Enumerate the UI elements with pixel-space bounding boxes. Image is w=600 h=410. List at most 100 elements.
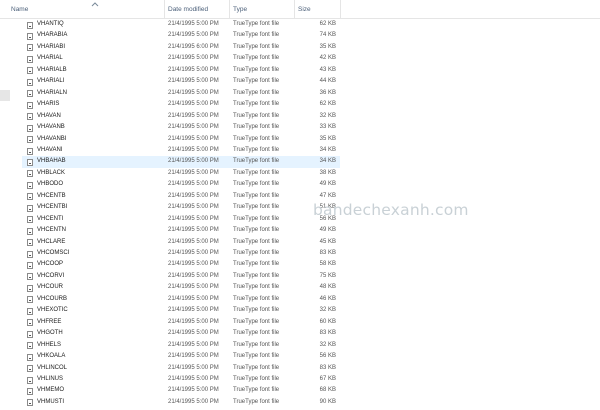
file-name: VHARIS (37, 101, 60, 108)
file-date-modified: 21/4/1995 5:00 PM (168, 32, 219, 39)
file-name: VHARIALN (37, 89, 68, 96)
file-date-modified: 21/4/1995 5:00 PM (168, 55, 219, 62)
file-name: VHCORVI (37, 272, 65, 279)
file-name: VHMUSTI (37, 398, 64, 405)
file-type: TrueType font file (233, 261, 280, 268)
file-row[interactable]: VHHELS 21/4/1995 5:00 PM TrueType font fil… (22, 340, 340, 351)
file-type: TrueType font file (233, 101, 280, 108)
file-type: TrueType font file (233, 21, 280, 27)
column-header-name[interactable]: Name (8, 0, 163, 18)
file-row[interactable]: VHCENTB 21/4/1995 5:00 PM TrueType font fi… (22, 191, 340, 202)
file-date-modified: 21/4/1995 5:00 PM (168, 272, 219, 279)
file-size: 83 KB (319, 364, 336, 371)
file-row[interactable]: VHARIALB 21/4/1995 5:00 PM TrueType font f… (22, 65, 340, 76)
file-date-modified: 21/4/1995 5:00 PM (168, 295, 219, 302)
file-size: 83 KB (319, 250, 336, 256)
file-name: VHCOMSCI (37, 250, 70, 256)
file-name: VHGOTH (37, 330, 63, 337)
font-file-icon (27, 387, 33, 395)
file-name: VHAVANI (37, 146, 63, 153)
file-row[interactable]: VHGOTH 21/4/1995 5:00 PM TrueType font fil… (22, 328, 340, 339)
file-row[interactable]: VHARIALI 21/4/1995 5:00 PM TrueType font f… (22, 76, 340, 87)
font-file-icon (27, 319, 33, 327)
file-date-modified: 21/4/1995 5:00 PM (168, 364, 219, 371)
chevron-up-icon[interactable] (91, 1, 99, 7)
file-row[interactable]: VHBLACK 21/4/1995 5:00 PM TrueType font fi… (22, 168, 340, 179)
file-date-modified: 21/4/1995 5:00 PM (168, 146, 219, 153)
file-type: TrueType font file (233, 238, 280, 245)
file-size: 62 KB (319, 21, 336, 27)
file-row[interactable]: VHLINCOL 21/4/1995 5:00 PM TrueType font f… (22, 363, 340, 374)
file-name: VHHELS (37, 341, 62, 348)
file-size: 34 KB (319, 146, 336, 153)
file-type: TrueType font file (233, 307, 280, 314)
file-row[interactable]: VHCENTN 21/4/1995 5:00 PM TrueType font fi… (22, 225, 340, 236)
watermark-text: bandechexanh.com (313, 201, 469, 219)
file-name: VHARABIA (37, 32, 68, 39)
column-separator[interactable] (340, 0, 341, 18)
column-header-type[interactable]: Type (230, 0, 294, 18)
font-file-icon (27, 90, 33, 98)
file-row[interactable]: VHCOMSCI 21/4/1995 5:00 PM TrueType font f… (22, 248, 340, 259)
column-header-bar: Name Date modified Type Size (0, 0, 600, 19)
file-size: 56 KB (319, 353, 336, 360)
file-row[interactable]: VHAVAN 21/4/1995 5:00 PM TrueType font fil… (22, 111, 340, 122)
file-row[interactable]: VHFREE 21/4/1995 5:00 PM TrueType font fil… (22, 317, 340, 328)
navigation-pane-edge[interactable] (0, 90, 10, 101)
file-date-modified: 21/4/1995 5:00 PM (168, 307, 219, 314)
file-row[interactable]: VHCLARE 21/4/1995 5:00 PM TrueType font fi… (22, 237, 340, 248)
file-row[interactable]: VHCENTI 21/4/1995 5:00 PM TrueType font fi… (22, 214, 340, 225)
file-type: TrueType font file (233, 215, 280, 222)
file-row[interactable]: VHCENTBI 21/4/1995 5:00 PM TrueType font f… (22, 202, 340, 213)
file-row[interactable]: VHBODO 21/4/1995 5:00 PM TrueType font fil… (22, 179, 340, 190)
font-file-icon (27, 55, 33, 63)
column-header-date-modified[interactable]: Date modified (165, 0, 229, 18)
file-row[interactable]: VHKOALA 21/4/1995 5:00 PM TrueType font fi… (22, 351, 340, 362)
file-date-modified: 21/4/1995 5:00 PM (168, 78, 219, 85)
file-row[interactable]: VHANTIQ 21/4/1995 5:00 PM TrueType font fi… (22, 19, 340, 30)
file-row[interactable]: VHBAHAB 21/4/1995 5:00 PM TrueType font fi… (22, 156, 340, 168)
file-row[interactable]: VHCORVI 21/4/1995 5:00 PM TrueType font fi… (22, 271, 340, 282)
file-row[interactable]: VHMUSTI 21/4/1995 5:00 PM TrueType font fi… (22, 397, 340, 408)
file-row[interactable]: VHMEMO 21/4/1995 5:00 PM TrueType font fil… (22, 385, 340, 396)
file-row[interactable]: VHLINUS 21/4/1995 5:00 PM TrueType font fi… (22, 374, 340, 385)
font-file-icon (27, 124, 33, 132)
file-row[interactable]: VHARIS 21/4/1995 5:00 PM TrueType font fil… (22, 99, 340, 110)
file-name: VHCOUR (37, 284, 64, 291)
file-date-modified: 21/4/1995 5:00 PM (168, 261, 219, 268)
file-size: 32 KB (319, 341, 336, 348)
font-file-icon (27, 250, 33, 258)
file-type: TrueType font file (233, 204, 280, 211)
file-row[interactable]: VHAVANI 21/4/1995 5:00 PM TrueType font fi… (22, 145, 340, 156)
font-file-icon (27, 376, 33, 384)
file-row[interactable]: VHAVANB 21/4/1995 5:00 PM TrueType font fi… (22, 122, 340, 133)
file-type: TrueType font file (233, 318, 280, 325)
file-date-modified: 21/4/1995 5:00 PM (168, 181, 219, 188)
file-date-modified: 21/4/1995 5:00 PM (168, 387, 219, 394)
file-size: 35 KB (319, 135, 336, 142)
file-date-modified: 21/4/1995 5:00 PM (168, 66, 219, 73)
file-date-modified: 21/4/1995 5:00 PM (168, 284, 219, 291)
file-name: VHAVANB (37, 124, 65, 131)
file-date-modified: 21/4/1995 5:00 PM (168, 227, 219, 234)
file-size: 33 KB (319, 124, 336, 131)
file-row[interactable]: VHAVANBI 21/4/1995 5:00 PM TrueType font f… (22, 134, 340, 145)
file-type: TrueType font file (233, 364, 280, 371)
file-row[interactable]: VHCOOP 21/4/1995 5:00 PM TrueType font fil… (22, 259, 340, 270)
file-type: TrueType font file (233, 112, 280, 119)
file-name: VHARIALI (37, 78, 65, 85)
file-row[interactable]: VHEXOTIC 21/4/1995 5:00 PM TrueType font f… (22, 305, 340, 316)
file-row[interactable]: VHARABIA 21/4/1995 5:00 PM TrueType font f… (22, 30, 340, 41)
file-row[interactable]: VHARIABI 21/4/1995 6:00 PM TrueType font f… (22, 42, 340, 53)
file-size: 38 KB (319, 169, 336, 176)
file-size: 90 KB (319, 398, 336, 405)
file-row[interactable]: VHCOUR 21/4/1995 5:00 PM TrueType font fil… (22, 282, 340, 293)
file-name: VHCENTN (37, 227, 67, 234)
file-row[interactable]: VHCOURB 21/4/1995 5:00 PM TrueType font fi… (22, 294, 340, 305)
file-row[interactable]: VHARIALN 21/4/1995 5:00 PM TrueType font f… (22, 88, 340, 99)
column-header-size[interactable]: Size (295, 0, 340, 18)
font-file-icon (27, 21, 33, 29)
file-row[interactable]: VHARIAL 21/4/1995 5:00 PM TrueType font fi… (22, 53, 340, 64)
file-size: 35 KB (319, 43, 336, 50)
file-date-modified: 21/4/1995 5:00 PM (168, 101, 219, 108)
